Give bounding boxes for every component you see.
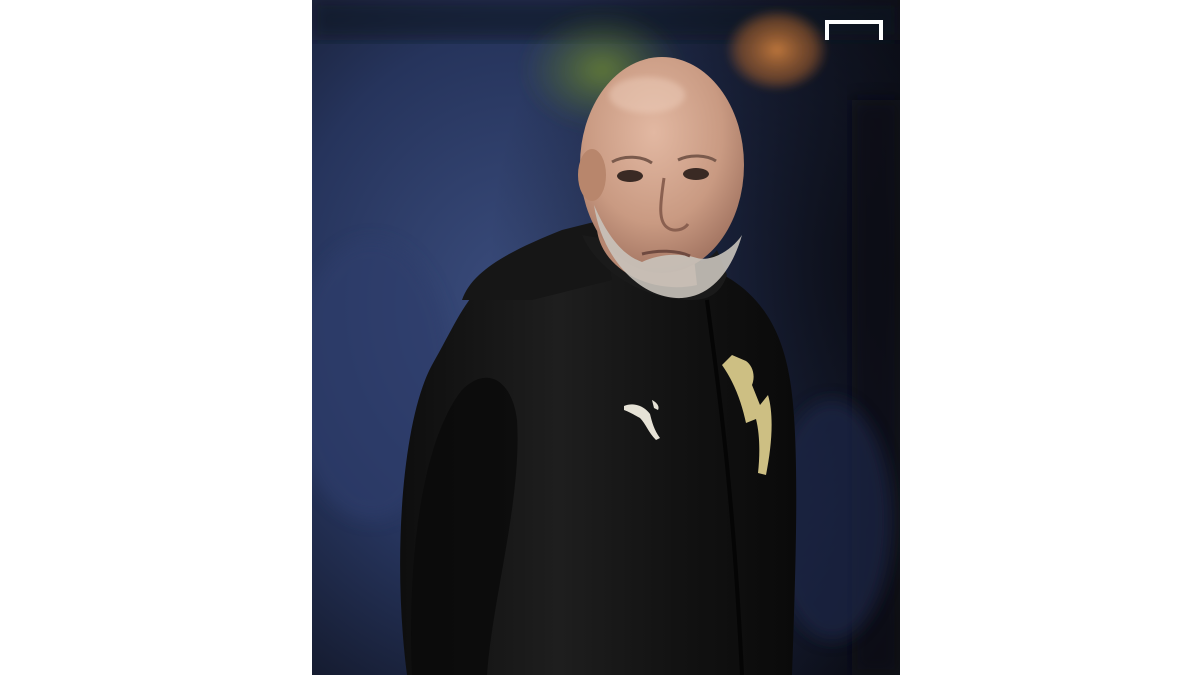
image-canvas [0, 0, 1200, 675]
bokeh-light-orange [725, 8, 829, 92]
left-eye [617, 170, 643, 182]
photo [312, 0, 900, 675]
right-eye [683, 168, 709, 180]
photo-illustration [312, 0, 900, 675]
